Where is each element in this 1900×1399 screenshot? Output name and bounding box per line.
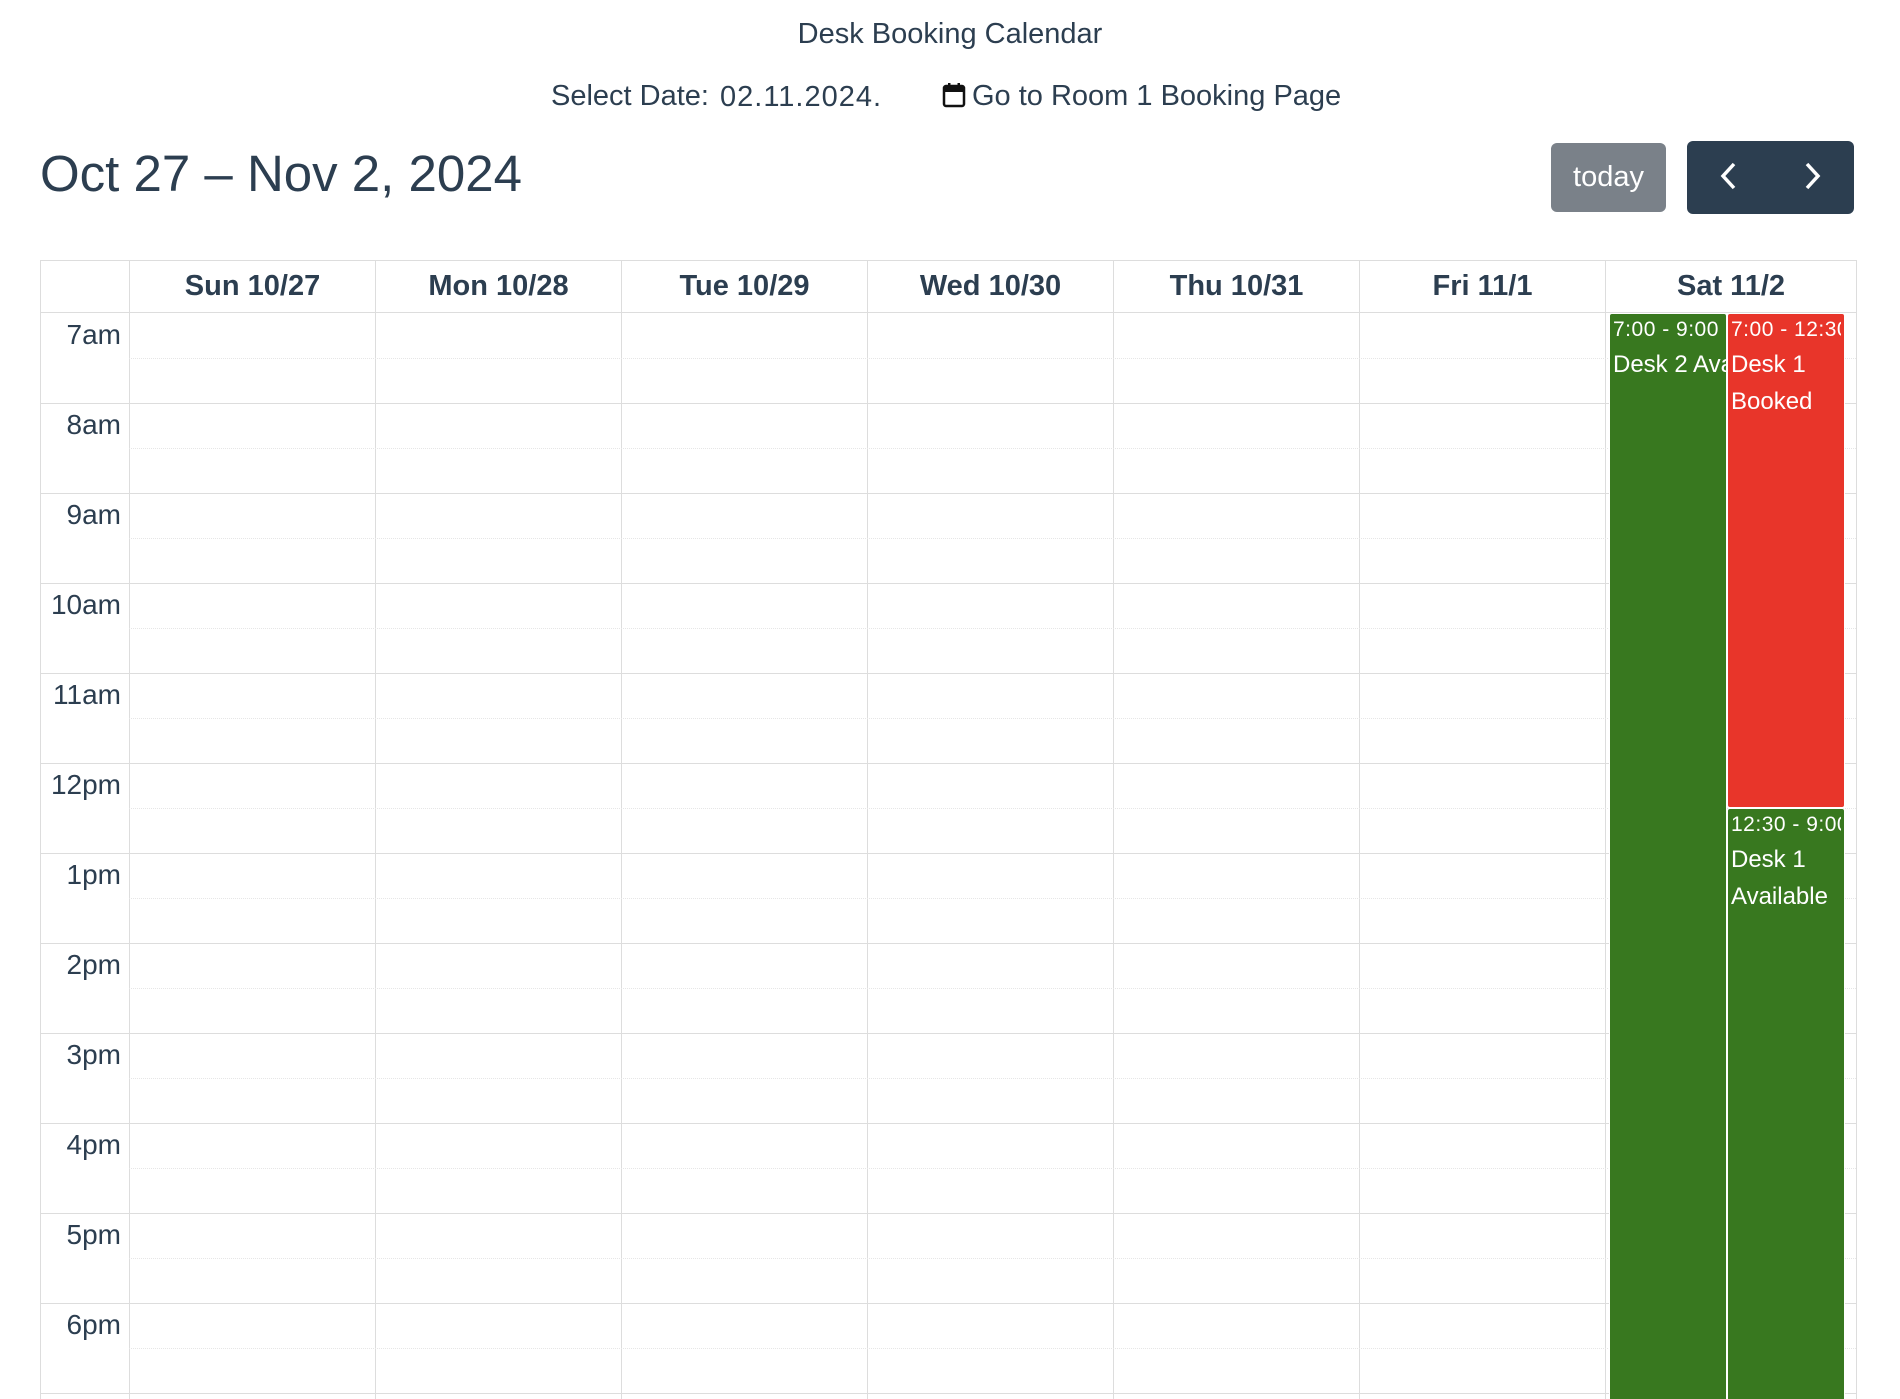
time-slot-label: 5pm	[66, 1219, 121, 1250]
prev-week-button[interactable]	[1687, 141, 1771, 214]
calendar-event[interactable]: 7:00 - 12:30 Desk 1 Booked	[1727, 313, 1845, 808]
week-calendar-grid: Sun 10/27 Mon 10/28 Tue 10/29 Wed 10/30 Thu …	[40, 260, 1857, 1399]
half-hour-line	[129, 898, 1856, 899]
chevron-left-icon	[1719, 161, 1739, 194]
half-hour-line	[129, 628, 1856, 629]
half-hour-line	[129, 808, 1856, 809]
event-time: 7:00 - 12:30	[1731, 318, 1841, 341]
date-label: Select Date:	[551, 80, 709, 112]
hour-line	[41, 1303, 1856, 1304]
half-hour-line	[129, 988, 1856, 989]
time-slot-label: 9am	[66, 499, 121, 530]
half-hour-line	[129, 1348, 1856, 1349]
day-column-divider	[375, 313, 376, 1399]
day-column-divider	[867, 313, 868, 1399]
event-time: 12:30 - 9:00	[1731, 813, 1841, 836]
half-hour-line	[129, 1258, 1856, 1259]
time-slot-label: 11am	[53, 679, 121, 710]
date-row: Select Date: Go to Room 1 Booking Page	[0, 78, 1900, 118]
day-header-row: Sun 10/27 Mon 10/28 Tue 10/29 Wed 10/30 Thu …	[41, 261, 1856, 313]
half-hour-line	[129, 538, 1856, 539]
room-link-label: Go to Room 1 Booking Page	[972, 80, 1342, 112]
calendar-event[interactable]: 12:30 - 9:00 Desk 1 Available	[1727, 808, 1845, 1399]
event-title: Desk 1 Available	[1731, 846, 1828, 910]
day-header: Fri 11/1	[1359, 261, 1605, 312]
half-hour-line	[129, 1168, 1856, 1169]
hour-line	[41, 763, 1856, 764]
date-range-title: Oct 27 – Nov 2, 2024	[40, 145, 522, 202]
chevron-right-icon	[1802, 161, 1822, 194]
day-header: Wed 10/30	[867, 261, 1113, 312]
time-grid: 7am 8am 9am 10am 11am 12pm 1pm 2pm 3pm 4pm 5pm 6pm 7…	[41, 313, 1856, 1399]
time-slot-label: 7am	[66, 319, 121, 350]
today-button[interactable]: today	[1551, 143, 1666, 212]
day-header: Mon 10/28	[375, 261, 621, 312]
date-input[interactable]	[720, 78, 890, 116]
day-header: Tue 10/29	[621, 261, 867, 312]
half-hour-line	[129, 718, 1856, 719]
event-title: Desk 2 Available	[1613, 351, 1726, 378]
half-hour-line	[129, 448, 1856, 449]
time-slot-label: 10am	[50, 589, 121, 620]
day-column-divider	[1605, 313, 1606, 1399]
hour-line	[41, 853, 1856, 854]
half-hour-line	[129, 1078, 1856, 1079]
time-slot-label: 6pm	[66, 1309, 121, 1340]
hour-line	[41, 673, 1856, 674]
hour-line	[41, 1213, 1856, 1214]
hour-line	[41, 1393, 1856, 1394]
time-slot-label: 8am	[66, 409, 121, 440]
day-column-divider	[621, 313, 622, 1399]
nav-button-group	[1687, 141, 1854, 214]
calendar-event[interactable]: 7:00 - 9:00 Desk 2 Available	[1609, 313, 1727, 1399]
calendar-icon	[942, 82, 966, 116]
time-slot-label: 1pm	[66, 859, 121, 890]
hour-line	[41, 583, 1856, 584]
time-slot-label: 12pm	[50, 769, 121, 800]
day-header: Sun 10/27	[129, 261, 375, 312]
hour-line	[41, 493, 1856, 494]
hour-line	[41, 1123, 1856, 1124]
day-header: Sat 11/2	[1605, 261, 1856, 312]
hour-line	[41, 1033, 1856, 1034]
day-column-divider	[1359, 313, 1360, 1399]
half-hour-line	[129, 358, 1856, 359]
day-header: Thu 10/31	[1113, 261, 1359, 312]
hour-line	[41, 403, 1856, 404]
time-slot-label: 4pm	[66, 1129, 121, 1160]
day-column-divider	[129, 313, 130, 1399]
hour-line	[41, 943, 1856, 944]
room-booking-link[interactable]: Go to Room 1 Booking Page	[942, 80, 1341, 116]
event-time: 7:00 - 9:00	[1613, 318, 1719, 341]
time-slot-label: 2pm	[66, 949, 121, 980]
next-week-button[interactable]	[1771, 141, 1855, 214]
event-title: Desk 1 Booked	[1731, 351, 1813, 415]
time-slot-label: 3pm	[66, 1039, 121, 1070]
day-column-divider	[1113, 313, 1114, 1399]
page-title: Desk Booking Calendar	[797, 18, 1103, 50]
